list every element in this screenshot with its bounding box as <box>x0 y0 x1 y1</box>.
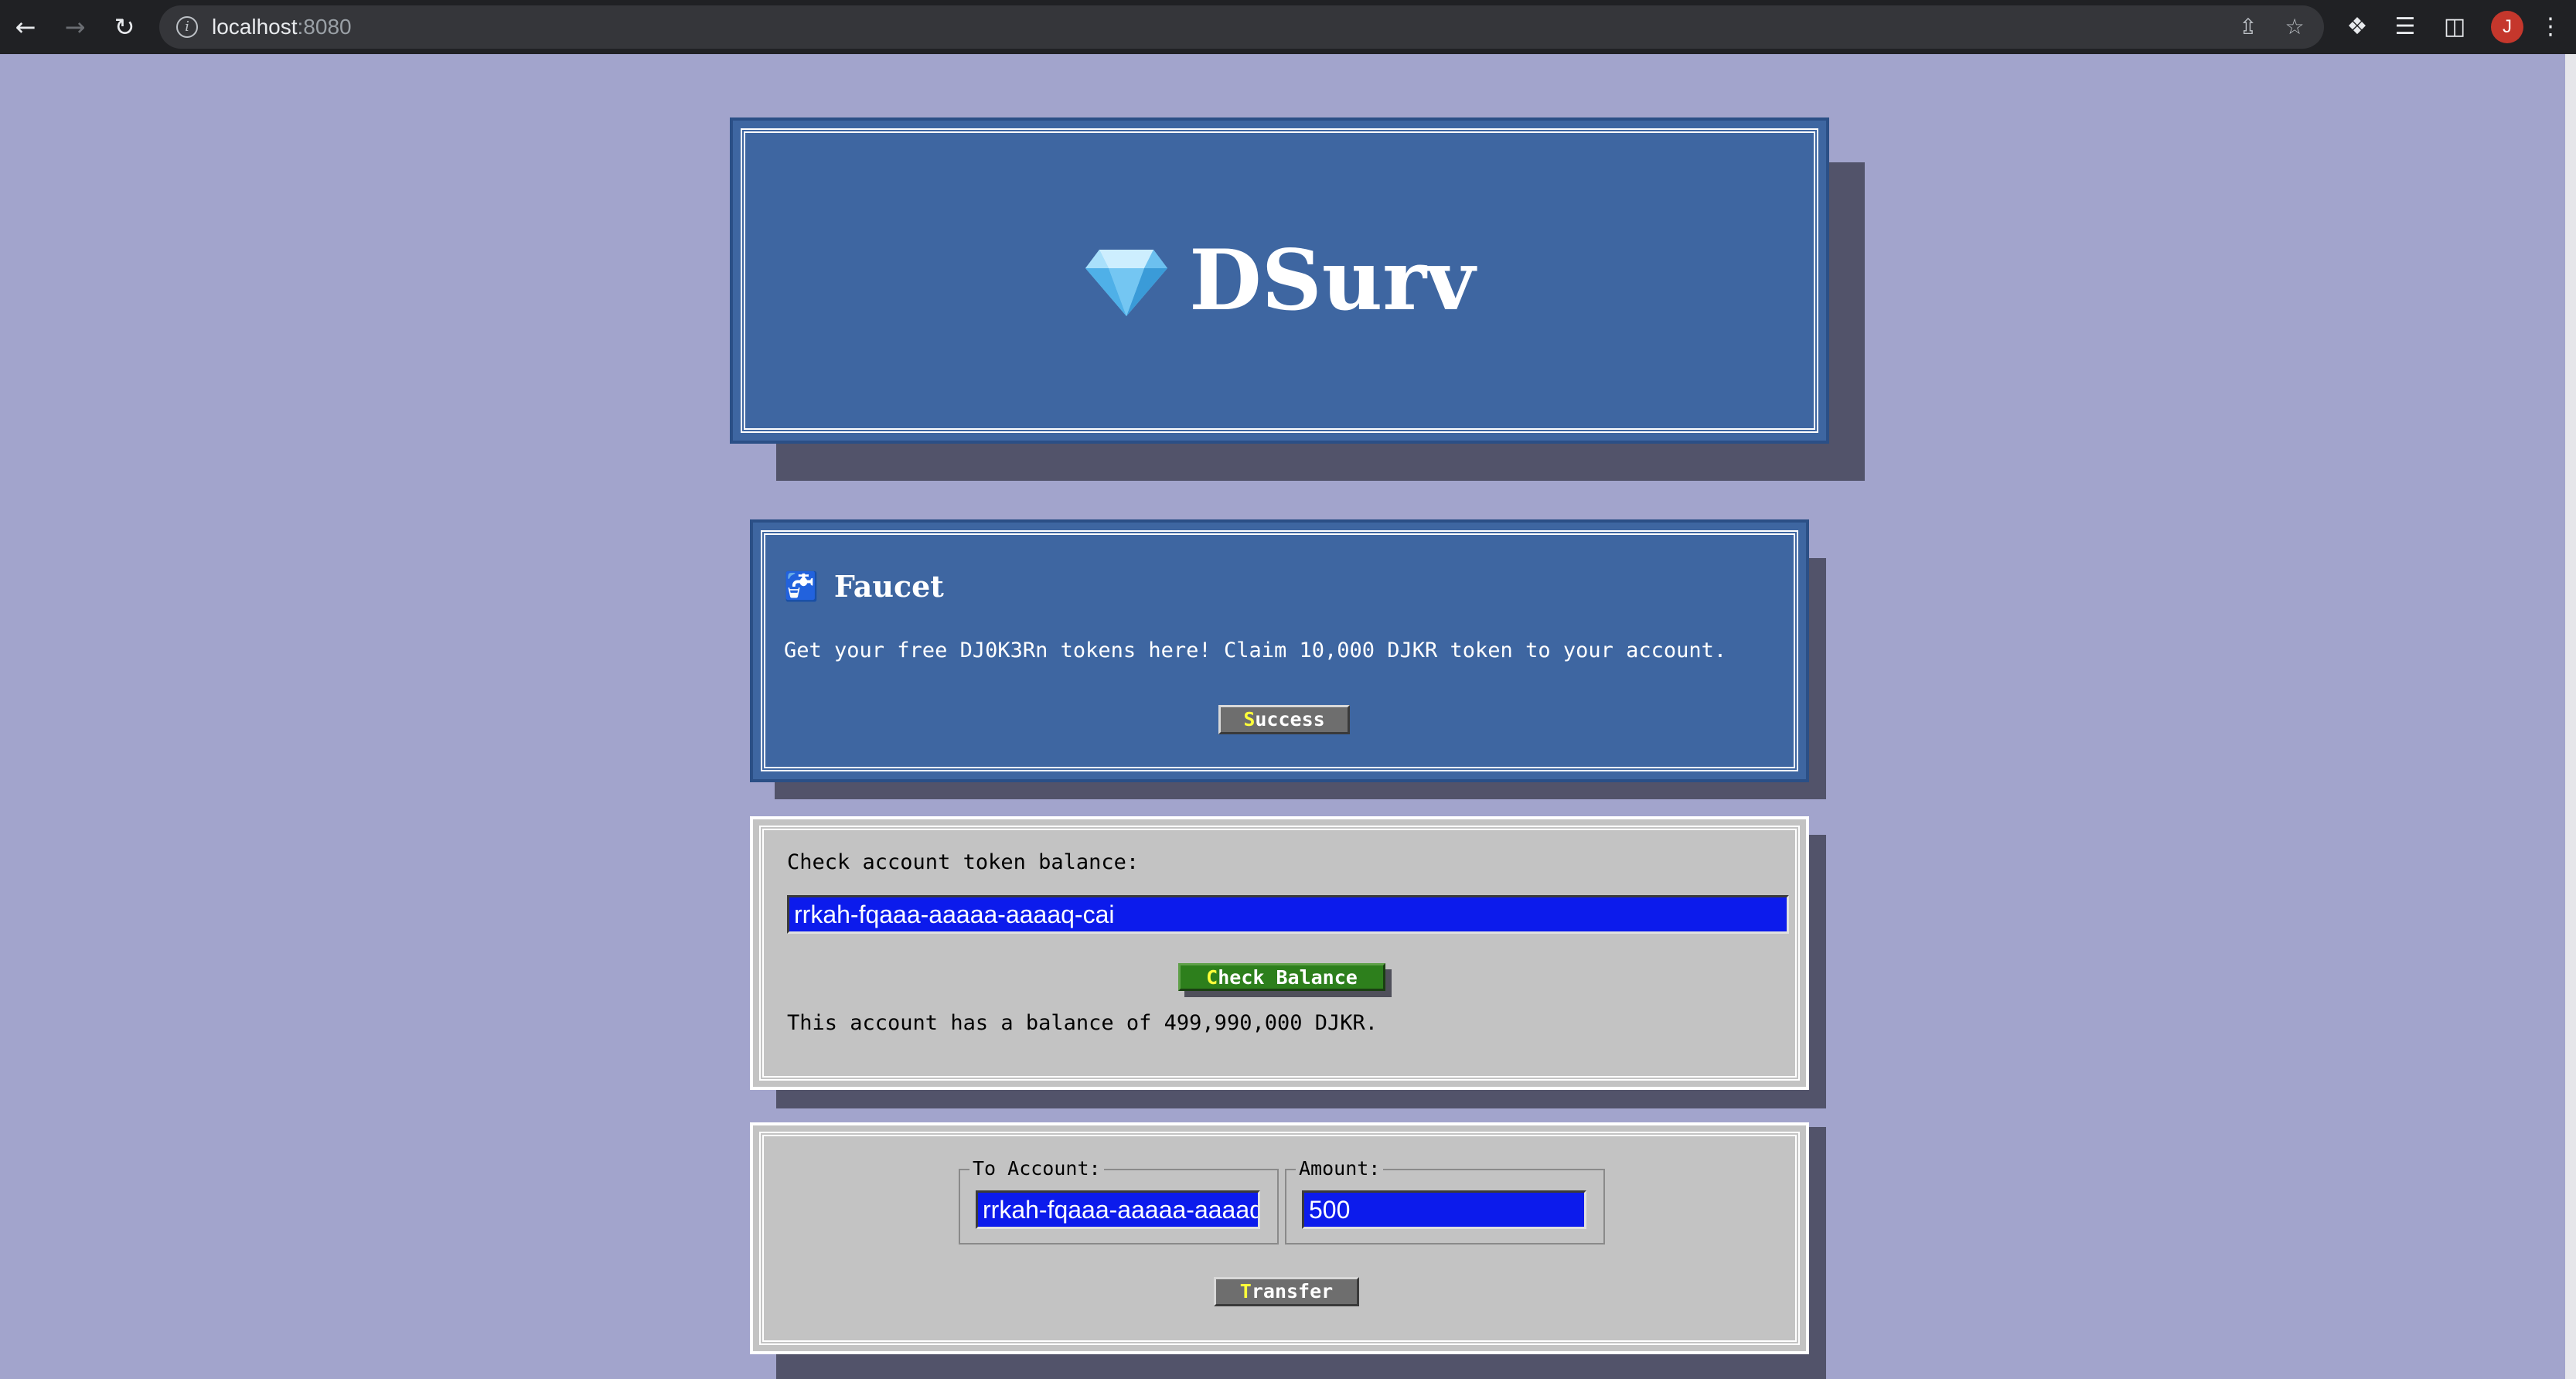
balance-result: This account has a balance of 499,990,00… <box>787 1011 1378 1035</box>
back-arrow-icon[interactable]: ← <box>9 11 42 43</box>
faucet-icon: 🚰 <box>784 570 819 603</box>
balance-panel: Check account token balance: rrkah-fqaaa… <box>750 816 1809 1090</box>
faucet-description: Get your free DJ0K3Rn tokens here! Claim… <box>784 638 1727 662</box>
address-bar[interactable]: i localhost:8080 ⇫ ☆ <box>159 5 2324 49</box>
amount-fieldset: Amount: 500 <box>1285 1158 1605 1245</box>
transfer-panel: To Account: rrkah-fqaaa-aaaaa-aaaaq-cai … <box>750 1122 1809 1354</box>
transfer-border <box>759 1132 1800 1345</box>
browser-toolbar: ← → ↻ i localhost:8080 ⇫ ☆ ❖ ☰ ◫ J ⋮ <box>0 0 2576 54</box>
more-menu-icon[interactable]: ⋮ <box>2539 12 2562 42</box>
extensions-icon[interactable]: ❖ <box>2343 12 2372 42</box>
side-panel-icon[interactable]: ◫ <box>2440 12 2469 42</box>
balance-account-input[interactable]: rrkah-fqaaa-aaaaa-aaaaq-cai <box>787 895 1789 934</box>
header-banner: DSurv <box>730 117 1829 444</box>
profile-avatar[interactable]: J <box>2491 11 2523 43</box>
faucet-panel: 🚰 Faucet Get your free DJ0K3Rn tokens he… <box>750 519 1809 782</box>
amount-label: Amount: <box>1296 1158 1384 1180</box>
app-title: DSurv <box>1189 232 1475 329</box>
site-info-icon[interactable]: i <box>176 16 198 38</box>
to-account-label: To Account: <box>969 1158 1104 1180</box>
claim-success-button[interactable]: Success <box>1218 705 1350 734</box>
media-control-icon[interactable]: ☰ <box>2390 12 2420 42</box>
to-account-fieldset: To Account: rrkah-fqaaa-aaaaa-aaaaq-cai <box>959 1158 1279 1245</box>
app-logo: DSurv <box>733 121 1826 441</box>
amount-input[interactable]: 500 <box>1302 1190 1586 1229</box>
address-url[interactable]: localhost:8080 <box>212 5 352 49</box>
check-balance-button[interactable]: Check Balance <box>1178 963 1385 991</box>
gem-icon <box>1085 250 1168 316</box>
faucet-title: Faucet <box>833 569 944 604</box>
transfer-button[interactable]: Transfer <box>1214 1277 1359 1306</box>
reload-icon[interactable]: ↻ <box>108 11 141 43</box>
balance-label: Check account token balance: <box>787 850 1140 874</box>
share-icon[interactable]: ⇫ <box>2236 15 2261 39</box>
bookmark-star-icon[interactable]: ☆ <box>2282 15 2307 39</box>
faucet-heading: 🚰 Faucet <box>784 569 944 604</box>
page-scrollbar[interactable] <box>2565 54 2576 1379</box>
forward-arrow-icon[interactable]: → <box>59 11 91 43</box>
to-account-input[interactable]: rrkah-fqaaa-aaaaa-aaaaq-cai <box>976 1190 1260 1229</box>
